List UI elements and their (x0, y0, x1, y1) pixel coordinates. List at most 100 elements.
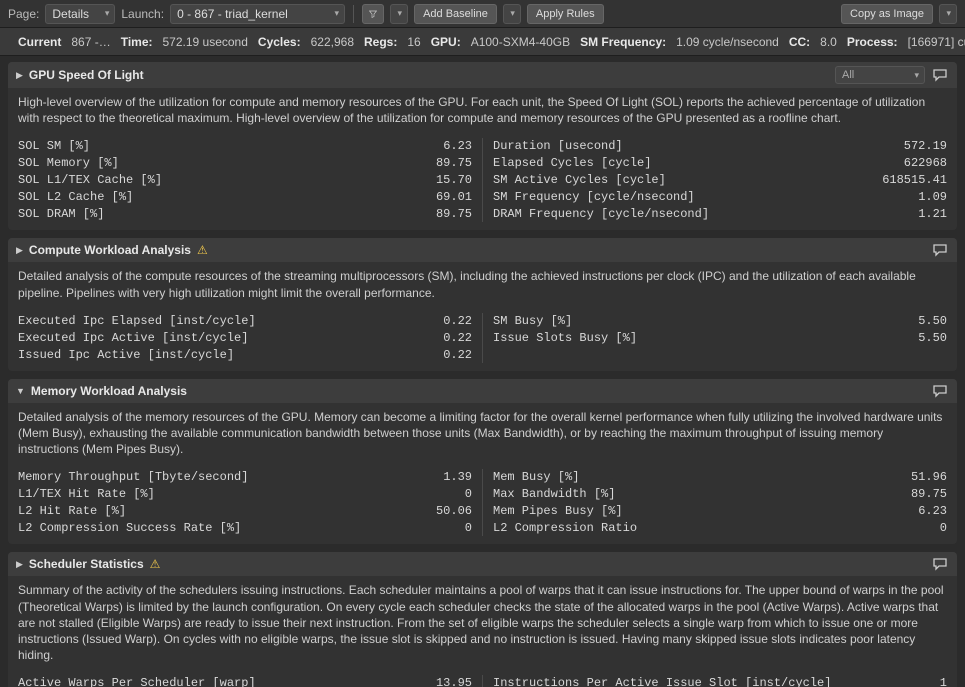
metric-name: Issue Slots Busy [%] (493, 331, 637, 345)
metrics-right: Duration [usecond]572.19Elapsed Cycles [… (482, 138, 947, 222)
chevron-down-icon: ▼ (16, 386, 25, 396)
sections-scroll[interactable]: ▶ GPU Speed Of Light All High-level over… (0, 56, 965, 687)
metrics-grid: Active Warps Per Scheduler [warp]13.95El… (8, 671, 957, 687)
metric-value: 89.75 (911, 487, 947, 501)
cc-value: 8.0 (820, 35, 837, 49)
section-gpu-sol: ▶ GPU Speed Of Light All High-level over… (8, 62, 957, 230)
metric-name: SOL Memory [%] (18, 156, 119, 170)
smfreq-label: SM Frequency: (580, 35, 666, 49)
metric-row: L2 Compression Success Rate [%]0 (18, 520, 472, 536)
metric-row: SM Frequency [cycle/nsecond] 1.09 (493, 189, 947, 205)
time-label: Time: (121, 35, 153, 49)
metric-row: Mem Pipes Busy [%] 6.23 (493, 503, 947, 519)
metric-value: 0.22 (443, 314, 472, 328)
metric-value: 5.50 (918, 314, 947, 328)
regs-label: Regs: (364, 35, 397, 49)
comment-icon[interactable] (931, 67, 949, 83)
metrics-left: SOL SM [%]6.23SOL Memory [%]89.75SOL L1/… (18, 138, 482, 222)
metric-name: L1/TEX Hit Rate [%] (18, 487, 155, 501)
metric-value: 1 (940, 676, 947, 687)
chevron-right-icon: ▶ (16, 559, 23, 570)
filter-button[interactable] (362, 4, 384, 24)
metric-row: Max Bandwidth [%] 89.75 (493, 486, 947, 502)
page-select[interactable]: Details (45, 4, 115, 24)
metric-name: SM Busy [%] (493, 314, 572, 328)
metric-name: SOL DRAM [%] (18, 207, 104, 221)
apply-rules-button[interactable]: Apply Rules (527, 4, 604, 24)
gpu-value: A100-SXM4-40GB (471, 35, 570, 49)
metric-value: 1.09 (918, 190, 947, 204)
section-header-compute[interactable]: ▶ Compute Workload Analysis ⚠ (8, 238, 957, 262)
metric-value: 0 (465, 521, 472, 535)
regs-value: 16 (407, 35, 420, 49)
metric-value: 1.21 (918, 207, 947, 221)
launch-select[interactable]: 0 - 867 - triad_kernel (170, 4, 345, 24)
metric-value: 1.39 (443, 470, 472, 484)
cc-label: CC: (789, 35, 810, 49)
metric-value: 0 (465, 487, 472, 501)
metric-row: SOL L2 Cache [%]69.01 (18, 189, 472, 205)
section-header-scheduler[interactable]: ▶ Scheduler Statistics ⚠ (8, 552, 957, 576)
kernel-info-bar: Current 867 -… Time: 572.19 usecond Cycl… (0, 28, 965, 56)
metric-row: Instructions Per Active Issue Slot [inst… (493, 675, 947, 687)
metric-value: 0.22 (443, 331, 472, 345)
section-memory-workload: ▼ Memory Workload Analysis Detailed anal… (8, 379, 957, 545)
section-header-memory[interactable]: ▼ Memory Workload Analysis (8, 379, 957, 403)
section-title: Compute Workload Analysis (29, 243, 191, 257)
section-header-sol[interactable]: ▶ GPU Speed Of Light All (8, 62, 957, 88)
filter-dropdown[interactable] (390, 4, 408, 24)
metric-row: L2 Hit Rate [%]50.06 (18, 503, 472, 519)
metric-row: L1/TEX Hit Rate [%] 0 (18, 486, 472, 502)
page-label: Page: (8, 7, 39, 21)
metrics-grid: SOL SM [%]6.23SOL Memory [%]89.75SOL L1/… (8, 134, 957, 230)
metric-name: Max Bandwidth [%] (493, 487, 615, 501)
metric-row: Issue Slots Busy [%] 5.50 (493, 330, 947, 346)
metric-name: SM Frequency [cycle/nsecond] (493, 190, 695, 204)
comment-icon[interactable] (931, 383, 949, 399)
add-baseline-button[interactable]: Add Baseline (414, 4, 497, 24)
metric-value: 6.23 (918, 504, 947, 518)
metric-name: Mem Pipes Busy [%] (493, 504, 623, 518)
separator (353, 5, 354, 23)
comment-icon[interactable] (931, 556, 949, 572)
metric-row: Active Warps Per Scheduler [warp]13.95 (18, 675, 472, 687)
chevron-right-icon: ▶ (16, 70, 23, 81)
copy-as-image-menu[interactable] (939, 4, 957, 24)
metric-row: Duration [usecond]572.19 (493, 138, 947, 154)
section-compute-workload: ▶ Compute Workload Analysis ⚠ Detailed a… (8, 238, 957, 370)
metrics-right: SM Busy [%] 5.50 Issue Slots Busy [%] 5.50 (482, 313, 947, 363)
section-filter-select[interactable]: All (835, 66, 925, 84)
metric-value: 51.96 (911, 470, 947, 484)
metric-name: Active Warps Per Scheduler [warp] (18, 676, 256, 687)
add-baseline-menu[interactable] (503, 4, 521, 24)
metrics-left: Executed Ipc Elapsed [inst/cycle]0.22Exe… (18, 313, 482, 363)
metric-row: SM Active Cycles [cycle]618515.41 (493, 172, 947, 188)
copy-as-image-button[interactable]: Copy as Image (841, 4, 933, 24)
metric-value: 89.75 (436, 156, 472, 170)
process-label: Process: (847, 35, 898, 49)
current-label: Current (18, 35, 61, 49)
metrics-left: Active Warps Per Scheduler [warp]13.95El… (18, 675, 482, 687)
metric-name: Elapsed Cycles [cycle] (493, 156, 651, 170)
metric-row: Elapsed Cycles [cycle]622968 (493, 155, 947, 171)
metric-name: L2 Hit Rate [%] (18, 504, 126, 518)
comment-icon[interactable] (931, 242, 949, 258)
metric-value: 5.50 (918, 331, 947, 345)
top-toolbar: Page: Details Launch: 0 - 867 - triad_ke… (0, 0, 965, 28)
metric-row: Executed Ipc Active [inst/cycle] 0.22 (18, 330, 472, 346)
metric-name: SM Active Cycles [cycle] (493, 173, 666, 187)
metric-name: Executed Ipc Active [inst/cycle] (18, 331, 248, 345)
section-desc: Detailed analysis of the memory resource… (8, 403, 957, 466)
metrics-grid: Memory Throughput [Tbyte/second]1.39L1/T… (8, 465, 957, 544)
section-desc: Summary of the activity of the scheduler… (8, 576, 957, 671)
metric-row: SOL L1/TEX Cache [%]15.70 (18, 172, 472, 188)
section-title: GPU Speed Of Light (29, 68, 144, 82)
metric-value: 0 (940, 521, 947, 535)
metric-name: SOL L1/TEX Cache [%] (18, 173, 162, 187)
metric-name: Duration [usecond] (493, 139, 623, 153)
metric-name: Instructions Per Active Issue Slot [inst… (493, 676, 831, 687)
chevron-right-icon: ▶ (16, 245, 23, 256)
metric-name: Mem Busy [%] (493, 470, 579, 484)
metric-value: 89.75 (436, 207, 472, 221)
kernel-id: 867 -… (71, 35, 110, 49)
